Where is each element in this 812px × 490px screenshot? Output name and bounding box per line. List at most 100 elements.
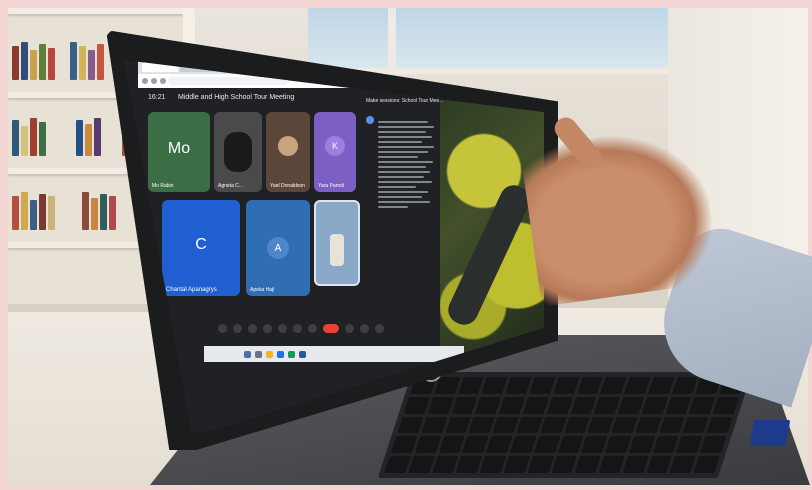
keyboard-key [403,396,430,414]
keyboard-key [570,396,597,414]
keyboard-key [652,436,679,454]
url-field[interactable] [168,77,288,85]
participant-name: Apeka Hajl [250,287,275,293]
participant-tile[interactable]: Agneta C... [214,112,262,192]
keyboard-key [682,416,709,434]
keyboard-key [384,456,411,473]
browser-window: 16:21 Middle and High School Tour Meetin… [138,60,443,360]
call-controls [218,318,448,338]
keyboard-key [516,416,543,434]
participant-tile[interactable]: K Yara Paredi [314,112,356,192]
keyboard-key [498,396,526,414]
app-icon[interactable] [299,350,306,358]
keyboard-key [397,416,424,434]
keyboard-key [503,456,530,473]
keyboard-key [431,456,459,473]
laptop-sticker [749,420,791,446]
taskbar [204,346,464,362]
keyboard-key [624,377,651,394]
keyboard-key [581,436,608,454]
participant-name: Yael Donaldson [270,183,305,189]
keyboard-key [689,396,716,414]
reactions-icon[interactable] [263,323,272,333]
keyboard-key [671,377,699,394]
participant-name: Yara Paredi [318,183,345,189]
keyboard-key [628,436,655,454]
keyboard-key [563,416,591,434]
app-icon[interactable] [288,350,295,358]
keyboard-key [587,416,614,434]
captions-icon[interactable] [248,323,257,333]
keyboard-key [706,416,733,434]
more-icon[interactable] [308,323,317,333]
reload-icon[interactable] [160,78,166,84]
keyboard-key [390,436,418,454]
keyboard-key [527,456,554,473]
people-icon[interactable] [360,323,369,333]
avatar: K [325,135,345,156]
keyboard-key [427,396,454,414]
keyboard-key [457,377,484,394]
explorer-icon[interactable] [266,350,273,358]
keyboard-key [455,456,483,473]
browser-icon[interactable] [277,350,284,358]
participant-tile[interactable]: C Chantal Apanagrys [162,200,240,296]
keyboard-key [646,456,673,473]
keyboard-key [604,436,632,454]
participant-tile[interactable] [314,200,360,286]
participant-tile[interactable]: A Apeka Hajl [246,200,310,296]
keyboard-key [451,396,478,414]
keyboard-key [505,377,532,394]
participant-name: Chantal Apanagrys [166,287,217,293]
keyboard-key [574,456,601,473]
keyboard-key [529,377,556,394]
participant-video [330,233,344,266]
keyboard-key [700,436,727,454]
keyboard-key [509,436,537,454]
keyboard-key [533,436,560,454]
participant-name: Mo Rabin [152,183,174,189]
search-icon[interactable] [255,350,262,358]
participant-tile[interactable]: Yael Donaldson [266,112,310,192]
keyboard-key [408,456,435,473]
participant-video [224,132,252,172]
keyboard-key [593,396,621,414]
keyboard-key [611,416,638,434]
info-icon[interactable] [345,323,354,333]
keyboard-key [522,396,549,414]
chat-panel [366,108,446,308]
participant-initials: C [195,236,207,254]
forward-icon[interactable] [151,78,157,84]
keyboard-key [600,377,627,394]
keyboard-key [550,456,578,473]
avatar [278,135,298,156]
back-icon[interactable] [142,78,148,84]
present-icon[interactable] [278,323,287,333]
keyboard-key [421,416,448,434]
keyboard-key [444,416,472,434]
keyboard-key [635,416,662,434]
window [308,8,698,74]
camera-icon[interactable] [233,323,242,333]
participant-tile[interactable]: Mo Mo Rabin [148,112,210,192]
participant-initials: Mo [167,140,191,157]
start-icon[interactable] [244,350,251,358]
keyboard-key [693,456,720,473]
keyboard-key [598,456,625,473]
mic-icon[interactable] [218,323,227,333]
participant-name: Agneta C... [218,183,244,189]
keyboard [377,372,753,478]
hand [519,123,721,307]
keyboard-key [658,416,686,434]
keyboard-key [481,377,508,394]
end-call-icon[interactable] [323,323,339,333]
chat-icon[interactable] [375,323,384,333]
keyboard-key [414,436,441,454]
keyboard-key [485,436,513,454]
meeting-title: Middle and High School Tour Meeting [178,94,295,101]
raise-hand-icon[interactable] [293,323,302,333]
avatar: A [267,237,289,259]
window-frame [388,8,396,68]
keyboard-key [539,416,567,434]
keyboard-key [552,377,580,394]
